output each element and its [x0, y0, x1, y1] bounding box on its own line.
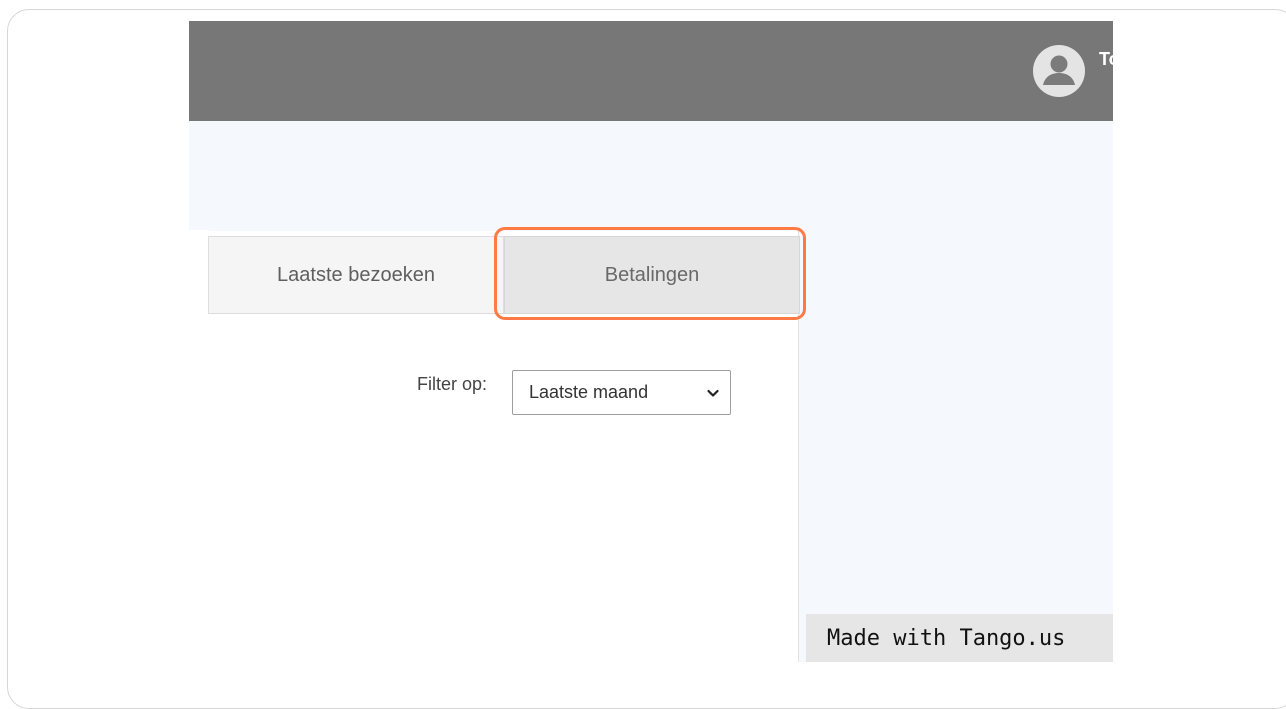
tab-bar: Laatste bezoeken Betalingen — [208, 236, 800, 314]
user-avatar-icon[interactable] — [1033, 45, 1085, 97]
tab-label: Laatste bezoeken — [277, 263, 435, 286]
filter-selected-value: Laatste maand — [529, 382, 649, 402]
tab-latest-visits[interactable]: Laatste bezoeken — [208, 236, 504, 314]
filter-period-select[interactable]: Laatste maand — [512, 370, 731, 415]
top-bar: To — [189, 21, 1113, 121]
user-silhouette-icon — [1043, 55, 1075, 85]
tango-watermark: Made with Tango.us — [806, 614, 1113, 662]
tab-label: Betalingen — [604, 263, 700, 286]
chevron-down-icon — [707, 389, 719, 397]
tab-payments[interactable]: Betalingen — [504, 236, 800, 314]
user-name[interactable]: To — [1099, 49, 1113, 70]
watermark-text: Made with Tango.us — [827, 625, 1066, 651]
filter-label: Filter op: — [417, 374, 488, 394]
app-viewport: To Laatste bezoeken Betalingen Filter op… — [189, 21, 1113, 662]
panel-edge — [189, 230, 209, 232]
